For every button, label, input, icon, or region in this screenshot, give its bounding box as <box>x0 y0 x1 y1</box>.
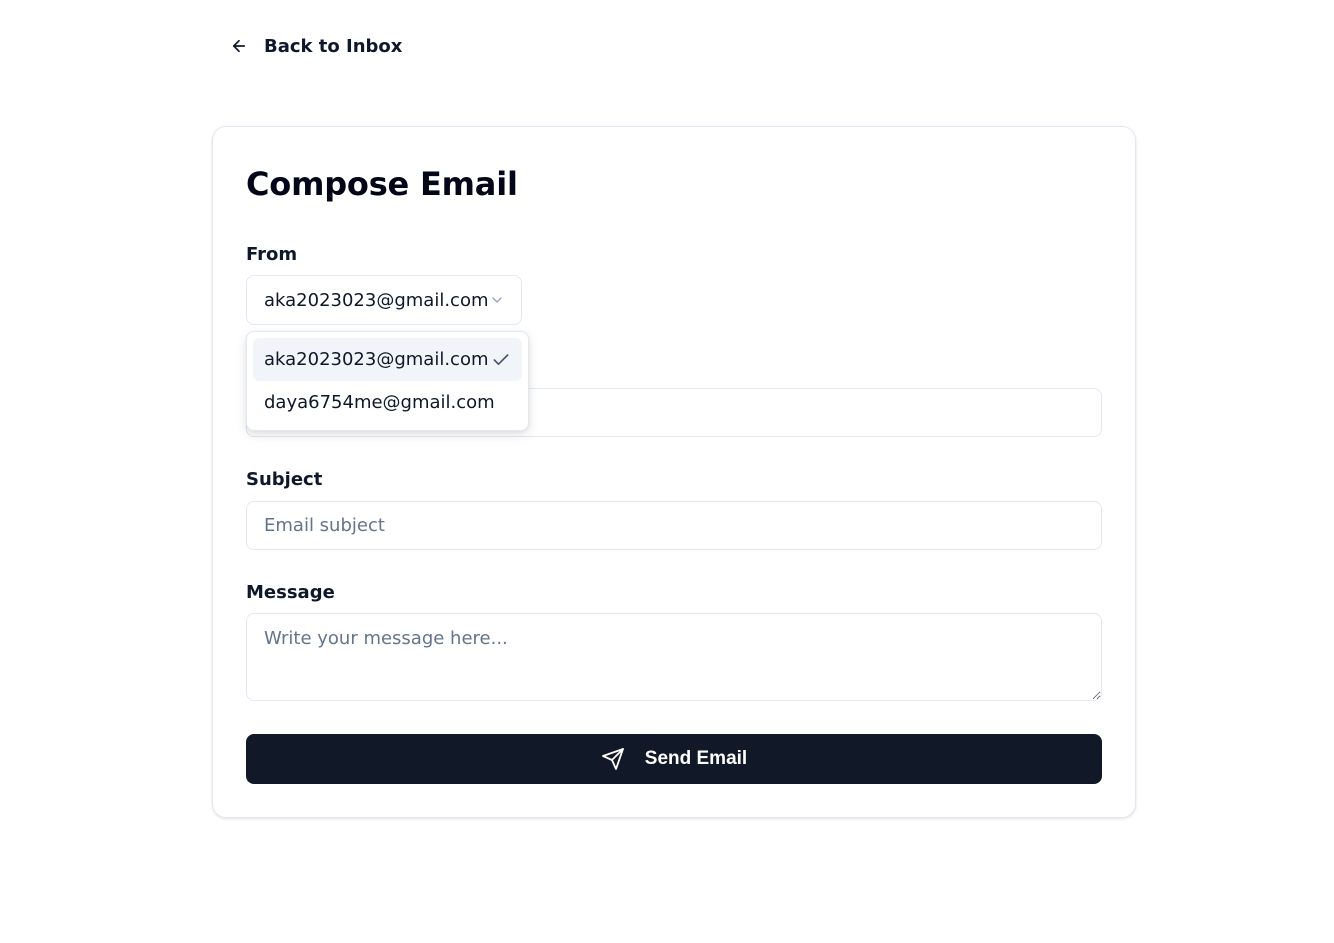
from-select-value: aka2023023@gmail.com <box>264 289 489 311</box>
check-icon <box>491 350 511 370</box>
from-select[interactable]: aka2023023@gmail.com <box>246 275 522 325</box>
send-email-label: Send Email <box>644 748 748 769</box>
from-dropdown-menu: aka2023023@gmail.com daya6754me@gmail.co… <box>246 331 529 431</box>
back-to-inbox-link[interactable]: Back to Inbox <box>222 26 410 66</box>
option-label: aka2023023@gmail.com <box>264 349 489 370</box>
subject-input[interactable] <box>246 501 1102 550</box>
send-icon <box>601 747 625 771</box>
message-textarea[interactable] <box>246 613 1102 701</box>
from-option-daya6754me[interactable]: daya6754me@gmail.com <box>253 381 522 424</box>
compose-email-card: Compose Email From aka2023023@gmail.com … <box>212 126 1136 818</box>
from-option-aka2023023[interactable]: aka2023023@gmail.com <box>253 338 522 381</box>
send-email-button[interactable]: Send Email <box>246 734 1102 784</box>
arrow-left-icon <box>230 37 248 55</box>
subject-label: Subject <box>246 469 323 490</box>
from-label: From <box>246 244 298 265</box>
back-to-inbox-label: Back to Inbox <box>264 35 403 57</box>
page-title: Compose Email <box>246 165 518 203</box>
option-label: daya6754me@gmail.com <box>264 392 495 413</box>
message-label: Message <box>246 582 335 603</box>
chevron-down-icon <box>489 292 505 308</box>
